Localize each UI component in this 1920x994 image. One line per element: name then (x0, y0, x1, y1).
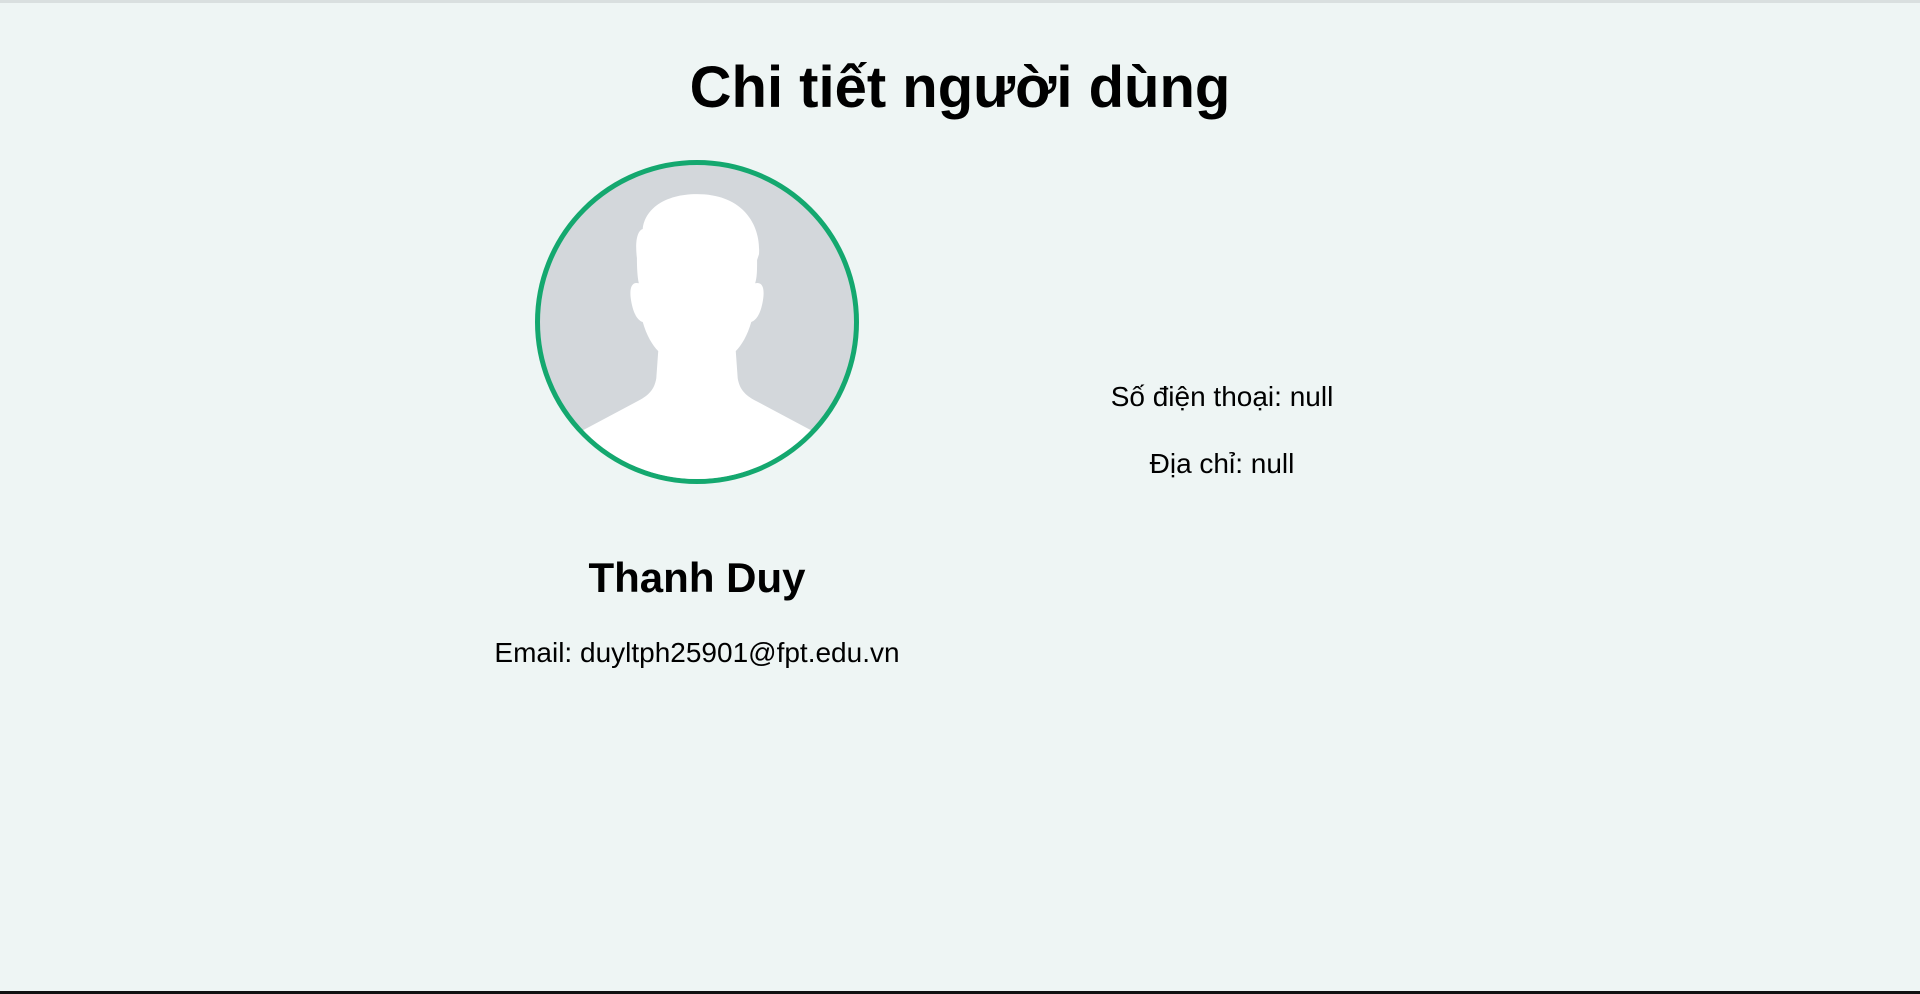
address-row: Địa chỉ: null (1022, 447, 1422, 481)
phone-value: null (1289, 381, 1334, 412)
profile-card: Thanh Duy Email: duyltph25901@fpt.edu.vn (447, 160, 947, 668)
user-details: Số điện thoại: null Địa chỉ: null (1022, 380, 1422, 514)
email-line: Email: duyltph25901@fpt.edu.vn (447, 636, 947, 670)
top-divider (0, 0, 1920, 3)
user-name: Thanh Duy (588, 554, 806, 601)
phone-row: Số điện thoại: null (1022, 380, 1422, 414)
email-label: Email: (494, 637, 573, 668)
page-title: Chi tiết người dùng (689, 55, 1231, 120)
phone-label: Số điện thoại: (1110, 381, 1282, 412)
default-user-silhouette-icon (578, 194, 816, 479)
address-label: Địa chỉ: (1149, 448, 1243, 479)
address-value: null (1250, 448, 1295, 479)
email-value: duyltph25901@fpt.edu.vn (580, 637, 900, 668)
avatar (535, 160, 859, 484)
